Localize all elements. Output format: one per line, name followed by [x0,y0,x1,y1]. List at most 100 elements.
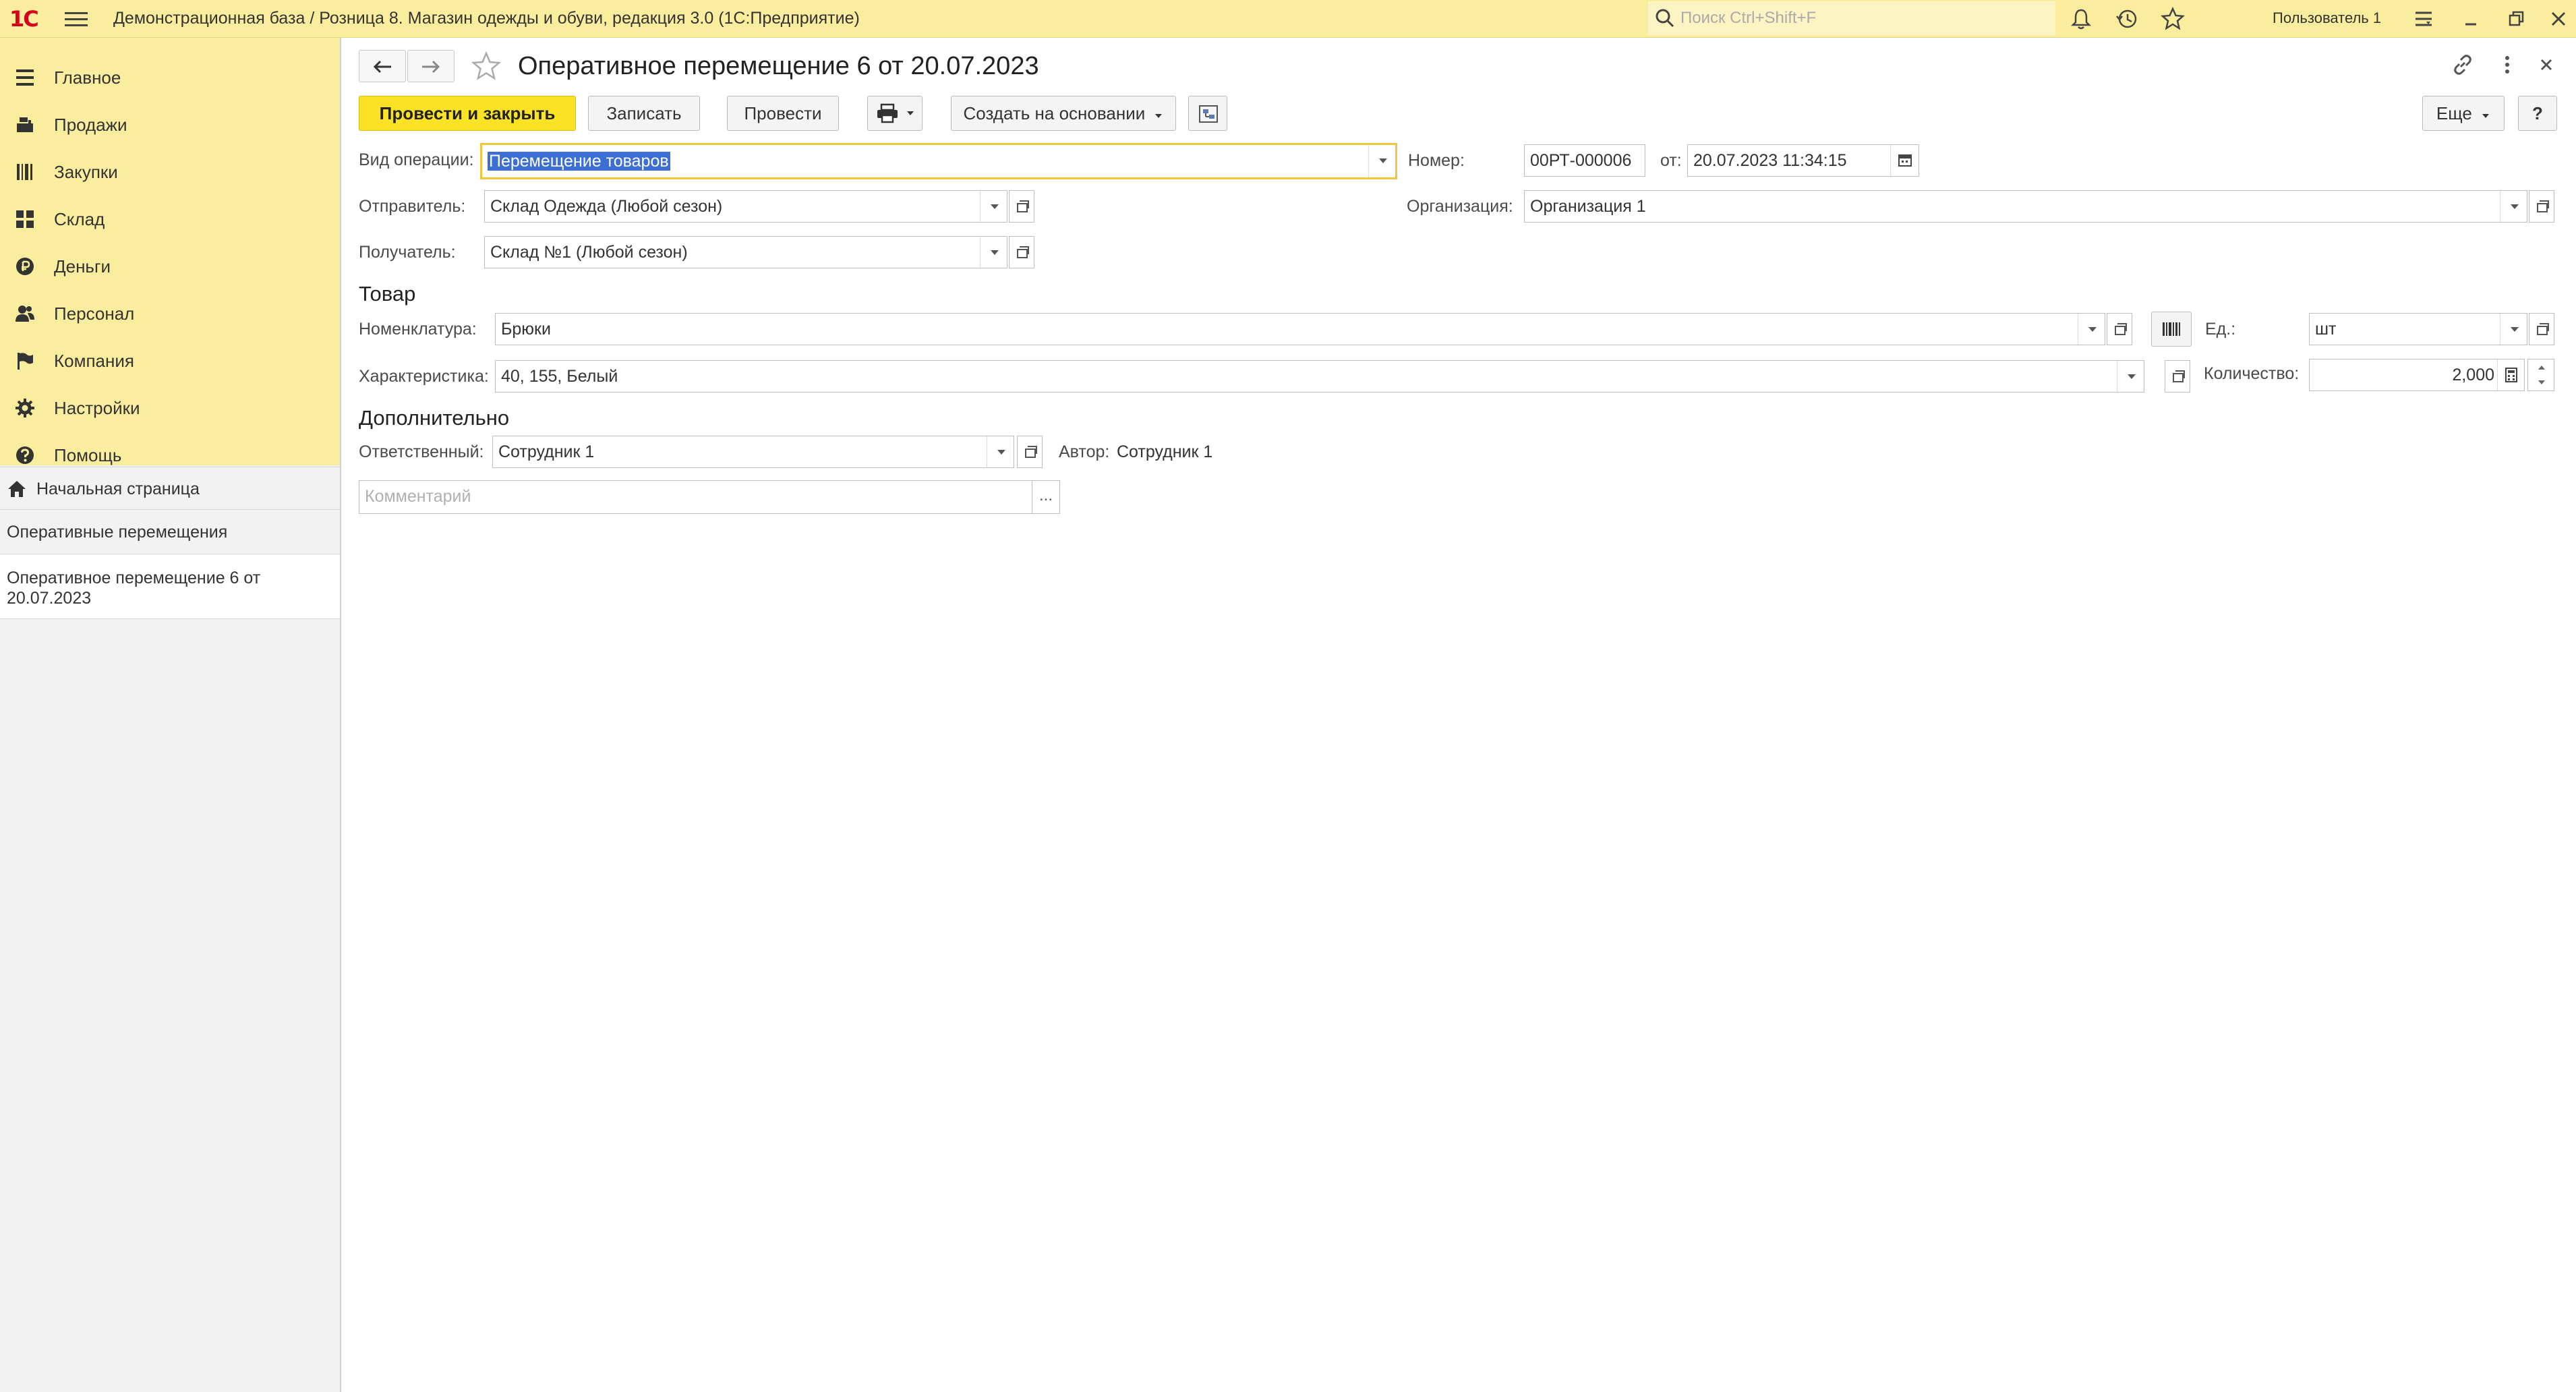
characteristic-dropdown-button[interactable] [2117,361,2144,392]
open-item-current-doc[interactable]: Оперативное перемещение 6 от 20.07.2023 [0,554,340,619]
main-menu-icon[interactable] [65,9,88,28]
unit-label: Ед.: [2205,320,2236,339]
post-button[interactable]: Провести [727,96,839,131]
post-and-close-button[interactable]: Провести и закрыть [359,96,576,131]
sidebar-item-sales[interactable]: Продажи [0,101,340,148]
chevron-down-icon [1155,114,1163,118]
chevron-down-icon [2482,114,2490,118]
sender-dropdown-button[interactable] [980,191,1007,222]
more-actions-icon[interactable] [2495,53,2519,77]
date-field[interactable]: 20.07.2023 11:34:15 [1687,144,1919,177]
sidebar-item-label: Деньги [54,256,111,277]
nomenclature-dropdown-button[interactable] [2078,314,2105,345]
save-button[interactable]: Записать [588,96,700,131]
unit-field[interactable]: шт [2309,313,2527,345]
op-type-value: Перемещение товаров [488,152,670,171]
author-value: Сотрудник 1 [1117,442,1213,461]
quantity-stepper[interactable] [2527,359,2554,391]
favorites-star-icon[interactable] [2161,7,2185,31]
sender-field[interactable]: Склад Одежда (Любой сезон) [484,190,1007,223]
sidebar-item-settings[interactable]: Настройки [0,384,340,432]
author-label: Автор: [1059,442,1110,461]
sidebar-item-main[interactable]: Главное [0,54,340,101]
document-structure-icon [1199,105,1218,123]
unit-dropdown-button[interactable] [2500,314,2527,345]
organization-field[interactable]: Организация 1 [1524,190,2527,223]
help-circle-icon [16,446,34,464]
global-search-input[interactable]: Поиск Ctrl+Shift+F [1648,1,2055,35]
sidebar-item-company[interactable]: Компания [0,337,340,384]
current-user[interactable]: Пользователь 1 [2273,0,2381,36]
favorite-star-icon[interactable] [471,51,502,81]
calculator-button[interactable] [2497,359,2524,390]
open-item-label: Начальная страница [36,480,200,498]
menu-lines-icon [16,69,34,86]
nomenclature-label: Номенклатура: [359,320,477,339]
arrow-right-icon [422,60,440,74]
sidebar: Главное Продажи Закупки Склад Деньги Пер… [0,38,341,1392]
organization-dropdown-button[interactable] [2500,191,2527,222]
nomenclature-field[interactable]: Брюки [495,313,2105,345]
calendar-button[interactable] [1890,145,1919,176]
receiver-label: Получатель: [359,243,456,262]
comment-field[interactable]: Комментарий [359,480,1033,514]
barcode-list-icon [17,164,32,180]
sidebar-item-label: Настройки [54,398,140,418]
window-title: Демонстрационная база / Розница 8. Магаз… [113,9,860,28]
responsible-open-button[interactable] [1017,436,1043,468]
sender-value: Склад Одежда (Любой сезон) [490,197,723,216]
responsible-value: Сотрудник 1 [498,442,595,461]
sidebar-item-money[interactable]: Деньги [0,243,340,290]
structure-button[interactable] [1188,96,1227,131]
comment-edit-button[interactable]: ... [1032,480,1060,514]
nomenclature-open-button[interactable] [2107,313,2132,345]
sidebar-item-purchases[interactable]: Закупки [0,148,340,196]
open-item-label-line2: 20.07.2023 [7,589,92,608]
responsible-dropdown-button[interactable] [987,436,1014,467]
unit-open-button[interactable] [2529,313,2554,345]
open-item-home[interactable]: Начальная страница [0,467,340,510]
notifications-bell-icon[interactable] [2069,7,2093,31]
receiver-dropdown-button[interactable] [980,237,1007,268]
characteristic-field[interactable]: 40, 155, Белый [495,360,2144,393]
op-type-field[interactable]: Перемещение товаров [480,143,1397,179]
close-window-icon[interactable] [2546,7,2571,31]
close-form-icon[interactable] [2536,54,2557,76]
back-button[interactable] [359,50,406,82]
form-title: Оперативное перемещение 6 от 20.07.2023 [518,52,1039,80]
organization-open-button[interactable] [2529,190,2554,223]
minimize-icon[interactable] [2459,7,2483,31]
help-button[interactable]: ? [2518,96,2557,131]
characteristic-open-button[interactable] [2165,360,2190,393]
nomenclature-value: Брюки [501,320,551,339]
sidebar-item-personnel[interactable]: Персонал [0,290,340,337]
number-field[interactable]: 00РТ-000006 [1524,144,1645,177]
home-icon [8,481,26,497]
history-icon[interactable] [2115,7,2139,31]
open-item-label-line1: Оперативное перемещение 6 от [7,569,261,587]
sidebar-item-warehouse[interactable]: Склад [0,196,340,243]
more-button[interactable]: Еще [2422,96,2505,131]
sender-open-button[interactable] [1009,190,1034,223]
restore-window-icon[interactable] [2505,7,2529,31]
create-based-on-button[interactable]: Создать на основании [951,96,1176,131]
open-item-list[interactable]: Оперативные перемещения [0,510,340,554]
barcode-scan-button[interactable] [2151,312,2192,347]
receiver-value: Склад №1 (Любой сезон) [490,243,688,262]
responsible-field[interactable]: Сотрудник 1 [492,436,1014,468]
goods-section-title: Товар [359,282,416,306]
forward-button[interactable] [407,50,455,82]
quantity-field[interactable]: 2,000 [2309,359,2525,391]
chevron-up-icon[interactable] [2538,365,2546,370]
characteristic-value: 40, 155, Белый [501,367,618,386]
print-button[interactable] [867,96,923,131]
settings-lines-icon[interactable] [2411,7,2436,31]
receiver-field[interactable]: Склад №1 (Любой сезон) [484,236,1007,268]
chevron-down-icon[interactable] [2538,380,2546,385]
receiver-open-button[interactable] [1009,236,1034,268]
sender-label: Отправитель: [359,197,466,216]
calculator-icon [2505,368,2517,382]
link-icon[interactable] [2451,53,2475,77]
organization-value: Организация 1 [1530,197,1646,216]
op-type-dropdown-button[interactable] [1368,145,1395,177]
